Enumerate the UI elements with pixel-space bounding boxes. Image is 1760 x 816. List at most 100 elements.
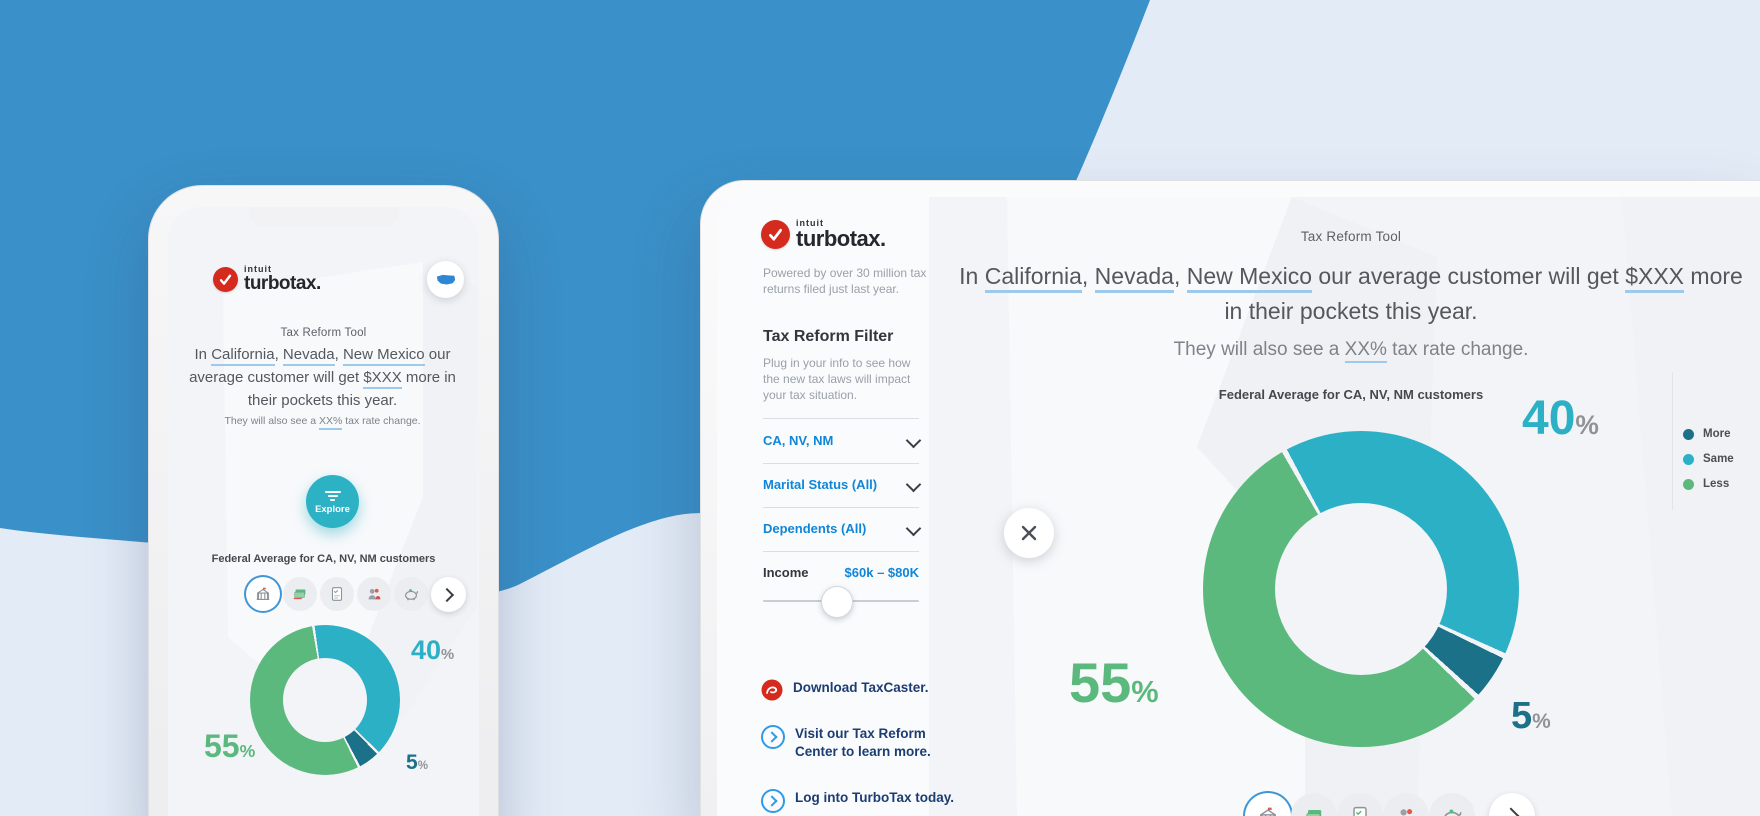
checklist-icon — [1348, 804, 1372, 816]
chevron-right-icon — [440, 587, 454, 601]
close-icon — [1020, 524, 1038, 542]
divider — [763, 418, 919, 419]
label-more-pct: 5% — [1511, 697, 1551, 735]
chart-title: Federal Average for CA, NV, NM customers — [951, 387, 1751, 402]
amount-placeholder: $XXX — [363, 369, 401, 389]
tool-title: Tax Reform Tool — [168, 327, 479, 339]
headline: In California, Nevada, New Mexico our av… — [180, 343, 465, 412]
label-more-pct: 5% — [406, 752, 428, 773]
chart-title: Federal Average for CA, NV, NM customers — [168, 553, 479, 565]
tool-title: Tax Reform Tool — [951, 229, 1751, 244]
headline: In California, Nevada, New Mexico our av… — [951, 259, 1751, 329]
page: intuit turbotax. Tax Reform Tool In Cali… — [0, 0, 1760, 816]
tagline: Powered by over 30 million tax returns f… — [763, 265, 931, 297]
label-same-pct: 40% — [411, 637, 454, 664]
legend-item-more: More — [1683, 428, 1730, 440]
category-money-button[interactable] — [283, 577, 317, 611]
income-row: Income $60k – $80K — [763, 565, 919, 580]
link-nevada[interactable]: Nevada — [283, 346, 335, 366]
explore-button[interactable]: Explore — [306, 475, 359, 528]
turbotax-wordmark: turbotax. — [796, 228, 886, 250]
turbotax-check-icon — [213, 267, 238, 292]
turbotax-logo: intuit turbotax. — [213, 265, 321, 293]
slider-thumb[interactable] — [821, 586, 853, 618]
download-taxcaster-link[interactable]: Download TaxCaster. — [761, 679, 943, 701]
category-savings-button[interactable] — [394, 577, 428, 611]
income-label: Income — [763, 565, 809, 580]
piggy-bank-icon — [402, 585, 420, 603]
donut-hole — [283, 658, 367, 742]
circled-chevron-icon — [761, 725, 785, 749]
link-california[interactable]: California — [985, 263, 1082, 293]
category-home-button[interactable] — [246, 577, 280, 611]
usa-map-button[interactable] — [427, 261, 464, 298]
income-value: $60k – $80K — [845, 565, 919, 580]
cash-icon — [1302, 804, 1326, 816]
cash-icon — [291, 585, 309, 603]
bank-icon — [254, 585, 272, 603]
link-nevada[interactable]: Nevada — [1095, 263, 1174, 293]
usa-map-icon — [436, 273, 456, 286]
filter-description: Plug in your info to see how the new tax… — [763, 355, 925, 403]
pct-placeholder: XX% — [1345, 339, 1387, 363]
checklist-icon — [328, 585, 346, 603]
turbotax-wordmark: turbotax. — [244, 274, 321, 293]
turbotax-logo: intuit turbotax. — [761, 219, 886, 250]
chevron-down-icon — [906, 521, 922, 537]
tablet-mockup: intuit turbotax. Powered by over 30 mill… — [700, 180, 1760, 816]
tablet-screen: intuit turbotax. Powered by over 30 mill… — [717, 197, 1760, 816]
pct-placeholder: XX% — [319, 415, 342, 430]
category-family-button[interactable] — [1383, 793, 1429, 816]
category-family-button[interactable] — [357, 577, 391, 611]
category-documents-button[interactable] — [1337, 793, 1383, 816]
category-home-button[interactable] — [1245, 793, 1291, 816]
more-categories-button[interactable] — [1489, 793, 1535, 816]
label-same-pct: 40% — [1522, 395, 1599, 443]
chevron-down-icon — [906, 477, 922, 493]
divider — [763, 551, 919, 552]
divider — [763, 507, 919, 508]
income-slider[interactable] — [763, 600, 919, 602]
phone-screen: intuit turbotax. Tax Reform Tool In Cali… — [168, 207, 479, 816]
legend-item-same: Same — [1683, 453, 1734, 465]
label-less-pct: 55% — [204, 730, 255, 762]
category-icon-row — [246, 577, 466, 612]
dropdown-states[interactable]: CA, NV, NM — [763, 433, 919, 448]
family-icon — [1394, 804, 1418, 816]
more-categories-button[interactable] — [431, 577, 466, 612]
filter-title: Tax Reform Filter — [763, 328, 893, 346]
legend-dot-more — [1683, 429, 1694, 440]
category-icon-row — [1245, 793, 1535, 816]
close-button[interactable] — [1004, 508, 1054, 558]
link-new-mexico[interactable]: New Mexico — [1187, 263, 1312, 293]
phone-mockup: intuit turbotax. Tax Reform Tool In Cali… — [148, 185, 499, 816]
category-money-button[interactable] — [1291, 793, 1337, 816]
dropdown-marital-status[interactable]: Marital Status (All) — [763, 477, 919, 492]
phone-notch — [249, 207, 399, 226]
subline: They will also see a XX% tax rate change… — [951, 339, 1751, 361]
piggy-bank-icon — [1440, 804, 1464, 816]
turbotax-check-icon — [761, 220, 790, 249]
subline: They will also see a XX% tax rate change… — [180, 415, 465, 427]
link-california[interactable]: California — [211, 346, 274, 366]
legend-divider — [1672, 372, 1673, 510]
filter-sidebar: intuit turbotax. Powered by over 30 mill… — [717, 197, 929, 816]
legend-dot-less — [1683, 479, 1694, 490]
category-savings-button[interactable] — [1429, 793, 1475, 816]
chevron-right-icon — [1502, 808, 1519, 816]
legend-dot-same — [1683, 454, 1694, 465]
chevron-down-icon — [906, 433, 922, 449]
label-less-pct: 55% — [1069, 655, 1159, 711]
taxcaster-icon — [761, 679, 783, 701]
dropdown-dependents[interactable]: Dependents (All) — [763, 521, 919, 536]
legend-item-less: Less — [1683, 478, 1729, 490]
family-icon — [365, 585, 383, 603]
circled-chevron-icon — [761, 789, 785, 813]
login-turbotax-link[interactable]: Log into TurboTax today. — [761, 789, 955, 813]
link-new-mexico[interactable]: New Mexico — [343, 346, 425, 366]
filter-icon — [325, 489, 341, 501]
divider — [763, 463, 919, 464]
tax-reform-center-link[interactable]: Visit our Tax Reform Center to learn mor… — [761, 725, 945, 761]
category-documents-button[interactable] — [320, 577, 354, 611]
bank-icon — [1256, 804, 1280, 816]
